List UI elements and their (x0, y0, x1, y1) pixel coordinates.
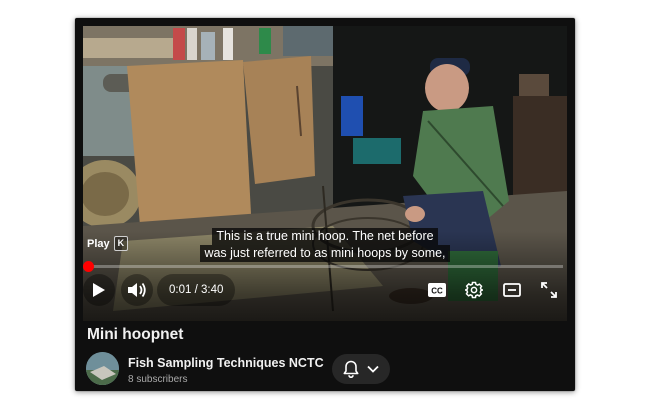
volume-icon (128, 282, 146, 298)
subscriber-count: 8 subscribers (128, 374, 188, 385)
theater-mode-icon (503, 283, 521, 297)
fullscreen-button[interactable] (539, 280, 559, 300)
settings-button[interactable] (463, 279, 485, 301)
play-icon (93, 283, 105, 297)
caption-line-2: was just referred to as mini hoops by so… (200, 245, 450, 262)
captions-button[interactable]: CC (427, 280, 447, 300)
video-player[interactable]: This is a true mini hoop. The net before… (83, 26, 567, 321)
player-controls: 0:01 / 3:40 CC (83, 274, 567, 308)
chevron-down-icon (367, 365, 379, 373)
time-separator: / (191, 284, 201, 296)
channel-avatar[interactable] (86, 352, 119, 385)
video-card: This is a true mini hoop. The net before… (75, 18, 575, 391)
closed-captions-icon: CC (428, 283, 446, 297)
play-hint-label: Play (87, 237, 110, 250)
fullscreen-icon (541, 282, 557, 298)
progress-bar[interactable] (83, 261, 563, 272)
notifications-button[interactable] (332, 354, 390, 384)
play-shortcut-hint: Play K (87, 236, 129, 251)
caption-line-1: This is a true mini hoop. The net before (212, 228, 438, 245)
play-button[interactable] (83, 274, 115, 306)
volume-button[interactable] (121, 274, 153, 306)
video-title[interactable]: Mini hoopnet (87, 326, 183, 344)
channel-name[interactable]: Fish Sampling Techniques NCTC (128, 356, 324, 370)
time-display: 0:01 / 3:40 (157, 274, 236, 306)
bell-icon (343, 360, 359, 378)
gear-icon (465, 281, 483, 299)
captions: This is a true mini hoop. The net before… (83, 228, 567, 262)
duration: 3:40 (200, 284, 224, 296)
avatar-image (86, 352, 119, 385)
play-hint-key: K (113, 236, 129, 251)
cc-label: CC (431, 287, 443, 296)
theater-mode-button[interactable] (501, 280, 523, 300)
current-time: 0:01 (169, 284, 192, 296)
